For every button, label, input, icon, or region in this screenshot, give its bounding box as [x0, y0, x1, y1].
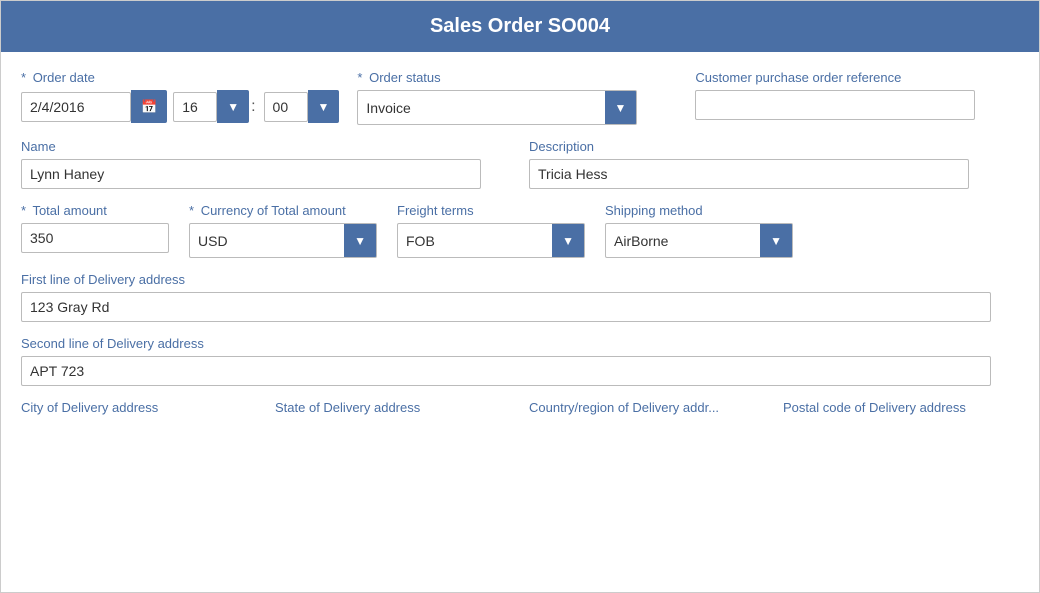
- city-label: City of Delivery address: [21, 400, 257, 415]
- delivery-line2-label: Second line of Delivery address: [21, 336, 204, 351]
- shipping-input[interactable]: [606, 227, 760, 255]
- chevron-down-icon-3: ▼: [615, 101, 627, 115]
- total-amount-group: * Total amount: [21, 203, 171, 253]
- order-date-group: * Order date 📅 ▼ :: [21, 70, 339, 123]
- description-input[interactable]: [529, 159, 969, 189]
- cpo-ref-group: Customer purchase order reference: [695, 70, 1019, 120]
- row-1: * Order date 📅 ▼ :: [21, 70, 1019, 125]
- description-group: Description: [529, 139, 1019, 189]
- required-star: *: [21, 70, 26, 85]
- order-status-input[interactable]: [358, 94, 604, 122]
- minute-input[interactable]: [264, 92, 308, 122]
- minute-dropdown-button[interactable]: ▼: [308, 90, 340, 123]
- currency-input[interactable]: [190, 227, 344, 255]
- chevron-down-icon-5: ▼: [562, 234, 574, 248]
- currency-group: * Currency of Total amount ▼: [189, 203, 379, 258]
- currency-label: * Currency of Total amount: [189, 203, 379, 218]
- calendar-button[interactable]: 📅: [131, 90, 167, 123]
- currency-dropdown-button[interactable]: ▼: [344, 224, 376, 257]
- calendar-icon: 📅: [141, 99, 157, 115]
- hour-dropdown-button[interactable]: ▼: [217, 90, 249, 123]
- window-title: Sales Order SO004: [430, 15, 610, 37]
- sales-order-window: Sales Order SO004 * Order date 📅: [0, 0, 1040, 593]
- title-bar: Sales Order SO004: [1, 1, 1039, 52]
- name-label: Name: [21, 139, 511, 154]
- total-amount-input[interactable]: [21, 223, 169, 253]
- shipping-group: Shipping method ▼: [605, 203, 795, 258]
- freight-group: Freight terms ▼: [397, 203, 587, 258]
- name-group: Name: [21, 139, 511, 189]
- chevron-down-icon-2: ▼: [318, 100, 330, 114]
- chevron-down-icon: ▼: [227, 100, 239, 114]
- row-4: First line of Delivery address: [21, 272, 1019, 322]
- total-amount-label: * Total amount: [21, 203, 171, 218]
- shipping-dropdown-button[interactable]: ▼: [760, 224, 792, 257]
- order-status-group: * Order status ▼: [357, 70, 677, 125]
- chevron-down-icon-4: ▼: [354, 234, 366, 248]
- name-input[interactable]: [21, 159, 481, 189]
- cpo-ref-label: Customer purchase order reference: [695, 70, 1019, 85]
- date-input[interactable]: [21, 92, 131, 122]
- freight-dropdown-button[interactable]: ▼: [552, 224, 584, 257]
- bottom-labels-row: City of Delivery address State of Delive…: [21, 400, 1019, 415]
- delivery-line1-label: First line of Delivery address: [21, 272, 185, 287]
- cpo-ref-input[interactable]: [695, 90, 975, 120]
- postal-label: Postal code of Delivery address: [783, 400, 1019, 415]
- delivery-line2-input[interactable]: [21, 356, 991, 386]
- freight-label: Freight terms: [397, 203, 587, 218]
- chevron-down-icon-6: ▼: [770, 234, 782, 248]
- order-status-label: * Order status: [357, 70, 677, 85]
- required-star-3: *: [21, 203, 26, 218]
- required-star-2: *: [357, 70, 362, 85]
- time-separator: :: [249, 98, 257, 116]
- delivery-line1-input[interactable]: [21, 292, 991, 322]
- row-2: Name Description: [21, 139, 1019, 189]
- order-status-select[interactable]: ▼: [357, 90, 637, 125]
- description-label: Description: [529, 139, 1019, 154]
- country-label: Country/region of Delivery addr...: [529, 400, 765, 415]
- row-5: Second line of Delivery address: [21, 336, 1019, 386]
- state-label: State of Delivery address: [275, 400, 511, 415]
- freight-input[interactable]: [398, 227, 552, 255]
- shipping-label: Shipping method: [605, 203, 795, 218]
- currency-select[interactable]: ▼: [189, 223, 377, 258]
- time-select: ▼: [173, 90, 249, 123]
- hour-input[interactable]: [173, 92, 217, 122]
- freight-select[interactable]: ▼: [397, 223, 585, 258]
- minute-select: ▼: [264, 90, 340, 123]
- form-area: * Order date 📅 ▼ :: [1, 52, 1039, 592]
- shipping-select[interactable]: ▼: [605, 223, 793, 258]
- order-date-label: * Order date: [21, 70, 339, 85]
- required-star-4: *: [189, 203, 194, 218]
- order-status-dropdown-button[interactable]: ▼: [605, 91, 637, 124]
- row-3: * Total amount * Currency of Total amoun…: [21, 203, 1019, 258]
- date-time-input-group: 📅 ▼ : ▼: [21, 90, 339, 123]
